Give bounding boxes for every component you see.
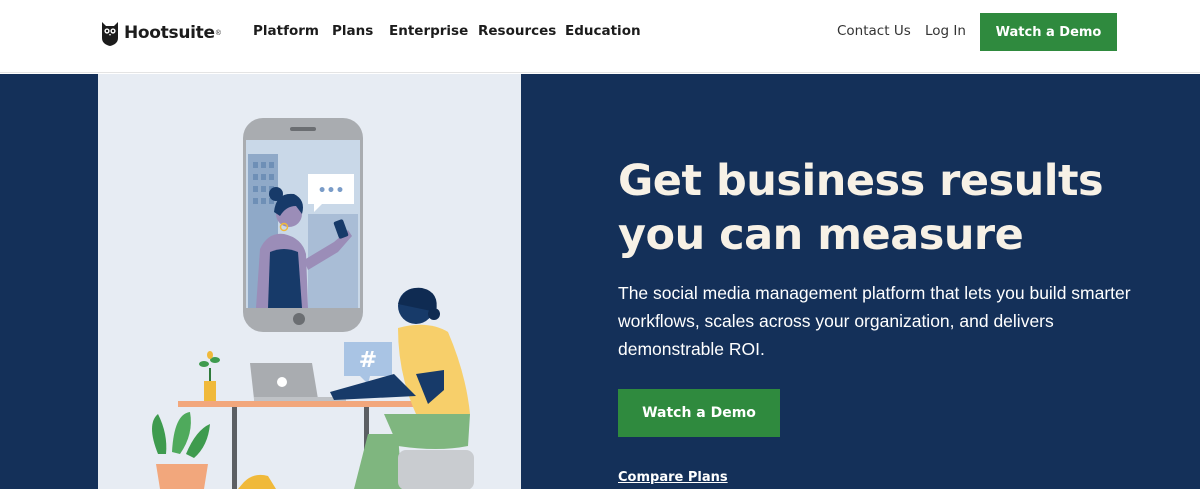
hootsuite-logo[interactable]: Hootsuite ® <box>101 20 221 46</box>
hero-section: ••• # Get business results you can measu… <box>0 74 1200 489</box>
site-header: Hootsuite ® Platform Plans Enterprise Re… <box>0 0 1200 73</box>
logo-registered-mark: ® <box>215 29 221 37</box>
svg-text:#: # <box>359 348 377 373</box>
nav-item-enterprise[interactable]: Enterprise <box>389 23 468 39</box>
person-with-laptop-and-phone-illustration: ••• # <box>152 118 474 489</box>
hero-subtitle: The social media management platform tha… <box>618 283 1131 359</box>
log-in-link[interactable]: Log In <box>925 23 966 39</box>
nav-item-education[interactable]: Education <box>565 23 641 39</box>
owl-icon <box>102 22 118 46</box>
logo-text: Hootsuite <box>124 23 215 43</box>
watch-demo-header-button[interactable]: Watch a Demo <box>980 13 1117 51</box>
nav-item-plans[interactable]: Plans <box>332 23 373 39</box>
watch-demo-hero-button[interactable]: Watch a Demo <box>618 389 780 437</box>
nav-item-platform[interactable]: Platform <box>253 23 319 39</box>
compare-plans-link[interactable]: Compare Plans <box>618 470 728 485</box>
svg-text:•••: ••• <box>318 183 345 199</box>
nav-item-resources[interactable]: Resources <box>478 23 556 39</box>
hero-title: Get business results you can measure <box>618 156 1104 260</box>
contact-us-link[interactable]: Contact Us <box>837 23 911 39</box>
hero-illustration: ••• # <box>98 74 521 489</box>
